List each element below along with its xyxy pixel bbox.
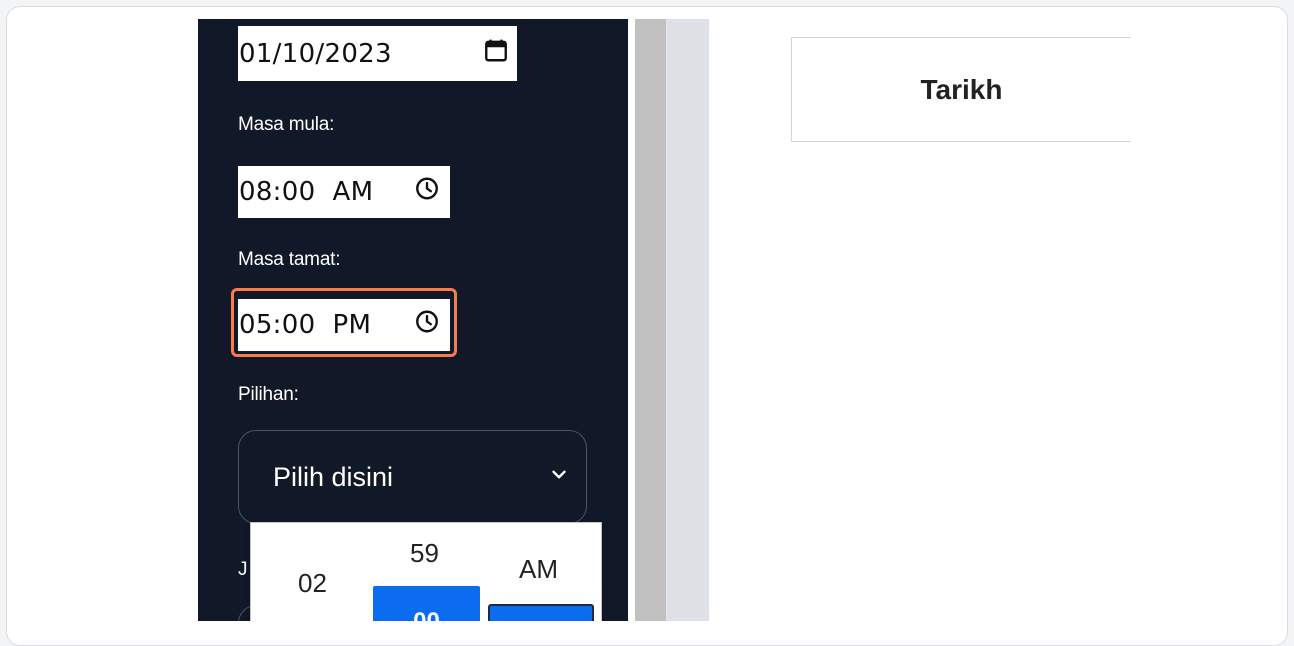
calendar-icon[interactable] bbox=[483, 37, 509, 70]
start-time-input[interactable]: 08:00 AM bbox=[238, 166, 450, 218]
period-option[interactable]: AM bbox=[519, 554, 558, 585]
table-header-tarikh: Tarikh bbox=[791, 37, 1131, 142]
next-field-label: J bbox=[238, 559, 248, 580]
end-time-value: 05:00 PM bbox=[239, 310, 372, 340]
minute-option[interactable]: 59 bbox=[410, 538, 439, 569]
clock-icon[interactable] bbox=[414, 309, 440, 342]
end-time-input[interactable]: 05:00 PM bbox=[238, 299, 450, 351]
start-time-label: Masa mula: bbox=[238, 114, 335, 135]
browser-viewport: 01/10/2023 Masa mula: 08:00 AM Masa tama… bbox=[198, 19, 1287, 621]
form-sidebar: 01/10/2023 Masa mula: 08:00 AM Masa tama… bbox=[198, 19, 628, 621]
date-input[interactable]: 01/10/2023 bbox=[238, 26, 517, 81]
option-select[interactable]: Pilih disini bbox=[238, 430, 587, 524]
period-option-selected[interactable] bbox=[488, 604, 594, 621]
minute-option-selected[interactable]: 00 bbox=[373, 586, 480, 621]
hour-option[interactable]: 02 bbox=[298, 568, 327, 599]
option-selected-value: Pilih disini bbox=[273, 461, 394, 492]
time-picker-dropdown: 02 59 00 AM bbox=[250, 522, 602, 621]
date-value: 01/10/2023 bbox=[239, 38, 392, 69]
clock-icon[interactable] bbox=[414, 176, 440, 209]
end-time-label: Masa tamat: bbox=[238, 249, 341, 270]
scrollbar[interactable] bbox=[635, 19, 666, 621]
screenshot-frame: 01/10/2023 Masa mula: 08:00 AM Masa tama… bbox=[6, 6, 1288, 646]
content-divider bbox=[666, 19, 709, 621]
chevron-down-icon bbox=[548, 462, 570, 493]
option-label: Pilihan: bbox=[238, 384, 299, 405]
start-time-value: 08:00 AM bbox=[239, 177, 374, 207]
